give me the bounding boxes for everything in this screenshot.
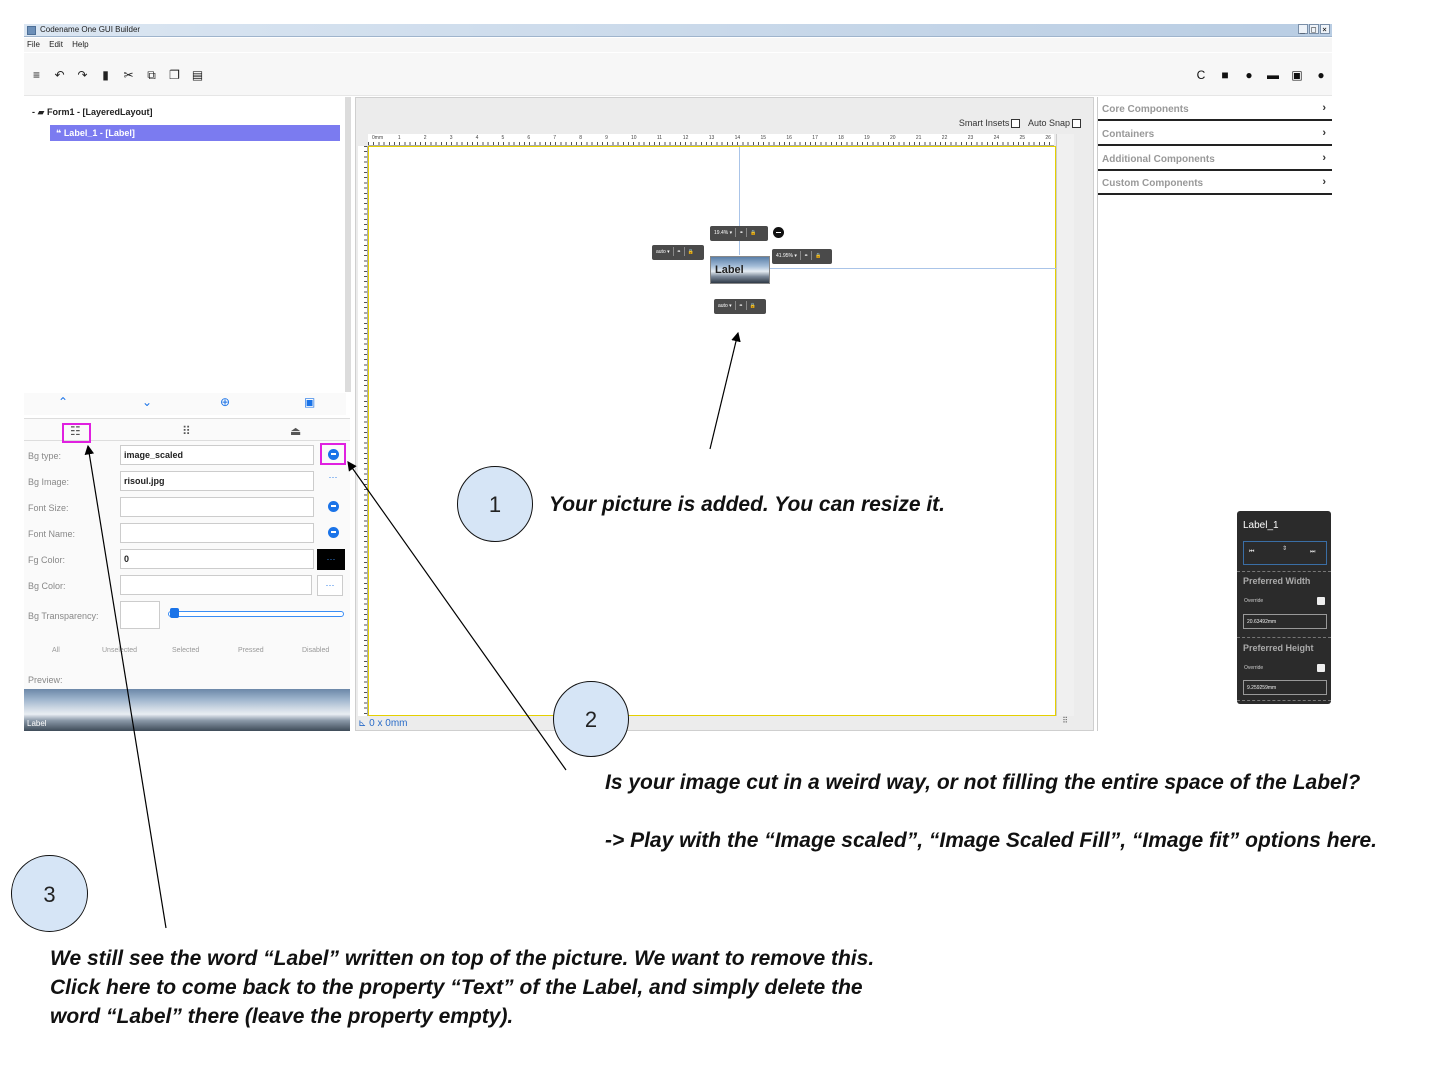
step-1-note: Your picture is added. You can resize it…	[549, 493, 945, 516]
step-1-badge: 1	[457, 466, 533, 542]
step-3-note: We still see the word “Label” written on…	[50, 947, 875, 1028]
step-2-note: Is your image cut in a weird way, or not…	[605, 771, 1377, 852]
annotation-arrows	[84, 331, 741, 929]
arrow-to-style-tab	[84, 444, 167, 929]
step-2-badge: 2	[553, 681, 629, 757]
arrow-to-component	[709, 331, 741, 450]
step-3-badge: 3	[11, 855, 88, 932]
